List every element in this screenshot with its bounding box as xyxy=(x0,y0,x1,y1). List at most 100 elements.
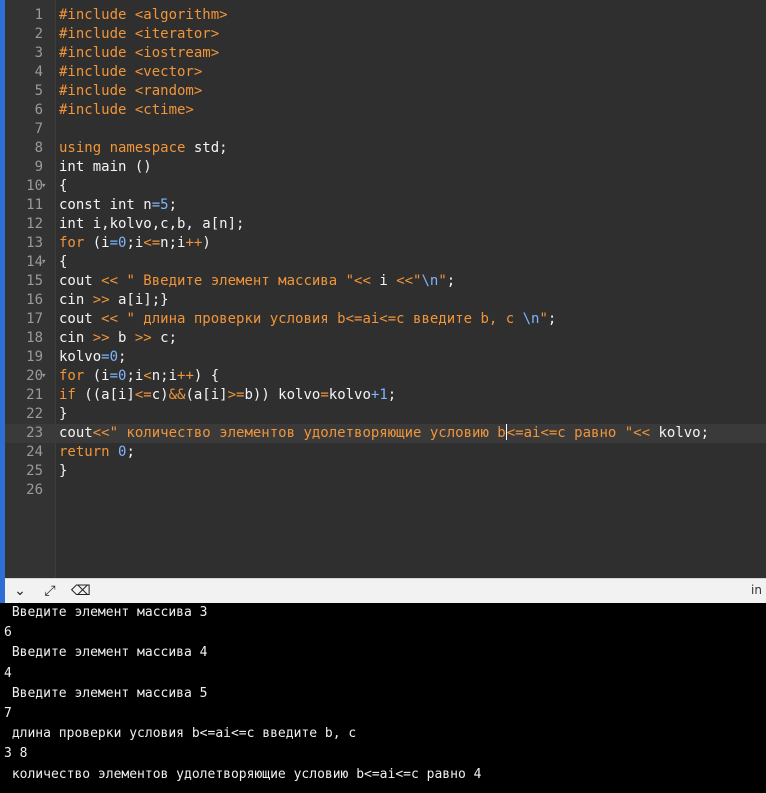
line-number: 16 xyxy=(26,292,43,308)
console-output-line: Введите элемент массива 3 xyxy=(4,605,208,620)
code-token: <= xyxy=(143,235,161,251)
code-token: << xyxy=(101,311,119,327)
code-line[interactable]: 24 return 0; xyxy=(5,443,766,462)
code-line[interactable]: 11 const int n=5; xyxy=(5,196,766,215)
output-console[interactable]: Введите элемент массива 3 6 Введите элеме… xyxy=(0,603,766,793)
line-number: 17 xyxy=(26,311,43,327)
code-text[interactable]: cout<<" количество элементов удолетворяю… xyxy=(59,424,709,443)
code-token: << xyxy=(354,273,371,289)
fold-toggle-icon[interactable]: ▾ xyxy=(41,253,46,272)
code-token: ) xyxy=(202,235,211,251)
code-line[interactable]: 8 using namespace std; xyxy=(5,139,766,158)
code-token: =0 xyxy=(101,349,119,365)
code-token: } xyxy=(59,406,68,422)
console-output-line: 3 8 xyxy=(4,746,28,762)
console-output-line: Введите элемент массива 5 xyxy=(4,685,208,701)
code-line[interactable]: 19 kolvo=0; xyxy=(5,348,766,367)
code-token: a[i];} xyxy=(109,292,169,308)
console-output-line: количество элементов удолетворяющие усло… xyxy=(4,766,482,782)
code-token: " xyxy=(438,273,447,289)
chevron-down-icon[interactable]: ⌄ xyxy=(11,582,29,600)
code-line[interactable]: 5 #include <random> xyxy=(5,82,766,101)
line-number: 24 xyxy=(26,444,43,460)
code-line[interactable]: 12 int i,kolvo,c,b, a[n]; xyxy=(5,215,766,234)
code-text[interactable]: return 0; xyxy=(59,443,135,462)
line-number: 19 xyxy=(26,349,43,365)
code-text[interactable]: } xyxy=(59,462,67,481)
code-token: (a[i] xyxy=(185,387,228,403)
code-token: n;i xyxy=(160,235,186,251)
code-token: b)) kolvo xyxy=(244,387,321,403)
code-token: cin xyxy=(59,330,93,346)
code-token: >> xyxy=(92,330,110,346)
code-text[interactable]: #include <algorithm> xyxy=(59,6,228,25)
console-output-line: 6 xyxy=(4,625,12,641)
code-text[interactable]: using namespace std; xyxy=(59,139,228,158)
code-line[interactable]: 20 ▾ for (i=0;i<n;i++) { xyxy=(5,367,766,386)
code-editor[interactable]: 1 #include <algorithm> 2 #include <iterator… xyxy=(5,0,766,578)
code-text[interactable]: { xyxy=(59,177,67,196)
code-text[interactable]: { xyxy=(59,253,67,272)
code-line[interactable]: 23 cout<<" количество элементов удолетвор… xyxy=(5,424,766,443)
code-line[interactable]: 1 #include <algorithm> xyxy=(5,6,766,25)
code-line[interactable]: 17 cout << " длина проверки условия b<=ai… xyxy=(5,310,766,329)
expand-arrows-icon[interactable]: ⤢ xyxy=(41,582,59,600)
code-line[interactable]: 14 ▾ { xyxy=(5,253,766,272)
code-text[interactable]: #include <vector> xyxy=(59,63,202,82)
code-token: < xyxy=(143,368,152,384)
code-token: << xyxy=(101,273,119,289)
code-text[interactable]: #include <random> xyxy=(59,82,202,101)
code-line[interactable]: 7 xyxy=(5,120,766,139)
code-text[interactable]: for (i=0;i<=n;i++) xyxy=(59,234,211,253)
code-line[interactable]: 21 if ((a[i]<=c)&&(a[i]>=b)) kolvo=kolvo+… xyxy=(5,386,766,405)
fold-toggle-icon[interactable]: ▾ xyxy=(41,367,46,386)
code-text[interactable]: #include <iterator> xyxy=(59,25,219,44)
code-token: +1 xyxy=(370,387,388,403)
code-token: (i xyxy=(84,235,110,251)
line-number: 15 xyxy=(26,273,43,289)
code-line[interactable]: 26 xyxy=(5,481,766,500)
code-text[interactable]: int main () xyxy=(59,158,152,177)
code-line[interactable]: 6 #include <ctime> xyxy=(5,101,766,120)
line-number: 3 xyxy=(34,45,43,61)
code-line[interactable]: 18 cin >> b >> c; xyxy=(5,329,766,348)
code-text[interactable]: #include <iostream> xyxy=(59,44,219,63)
clear-console-icon[interactable]: ⌫ xyxy=(71,582,91,600)
code-text[interactable]: kolvo=0; xyxy=(59,348,126,367)
code-line[interactable]: 2 #include <iterator> xyxy=(5,25,766,44)
code-text[interactable]: cin >> b >> c; xyxy=(59,329,177,348)
code-line[interactable]: 9 int main () xyxy=(5,158,766,177)
code-token: i xyxy=(370,273,397,289)
code-text[interactable]: cout << " длина проверки условия b<=ai<=… xyxy=(59,310,556,329)
code-token: } xyxy=(59,463,68,479)
code-token: " количество элементов удолетворяющие ус… xyxy=(109,425,506,441)
code-line[interactable]: 13 for (i=0;i<=n;i++) xyxy=(5,234,766,253)
code-token: >> xyxy=(92,292,110,308)
code-token: std; xyxy=(185,140,228,156)
code-text[interactable]: #include <ctime> xyxy=(59,101,194,120)
code-text[interactable]: cout << " Введите элемент массива "<< i … xyxy=(59,272,455,291)
code-token: c) xyxy=(151,387,169,403)
line-number: 6 xyxy=(34,102,43,118)
code-text[interactable]: if ((a[i]<=c)&&(a[i]>=b)) kolvo=kolvo+1; xyxy=(59,386,396,405)
code-text[interactable]: int i,kolvo,c,b, a[n]; xyxy=(59,215,244,234)
code-line[interactable]: 4 #include <vector> xyxy=(5,63,766,82)
code-line[interactable]: 22} xyxy=(5,405,766,424)
code-token: ; xyxy=(446,273,456,289)
code-text[interactable]: for (i=0;i<n;i++) { xyxy=(59,367,219,386)
code-line[interactable]: 10 ▾ { xyxy=(5,177,766,196)
line-number: 25 xyxy=(26,463,43,479)
console-output-line: 4 xyxy=(4,665,12,681)
fold-toggle-icon[interactable]: ▾ xyxy=(41,177,46,196)
code-line[interactable]: 25} xyxy=(5,462,766,481)
code-line[interactable]: 15 cout << " Введите элемент массива "<< … xyxy=(5,272,766,291)
code-line[interactable]: 16 cin >> a[i];} xyxy=(5,291,766,310)
code-text[interactable]: cin >> a[i];} xyxy=(59,291,169,310)
code-text[interactable]: const int n=5; xyxy=(59,196,177,215)
code-token: int i,kolvo,c,b, a[n]; xyxy=(59,216,245,232)
line-number: 1 xyxy=(34,7,43,23)
code-text[interactable]: } xyxy=(59,405,67,424)
code-line[interactable]: 3 #include <iostream> xyxy=(5,44,766,63)
code-token: =0 xyxy=(109,368,127,384)
line-number: 2 xyxy=(34,26,43,42)
